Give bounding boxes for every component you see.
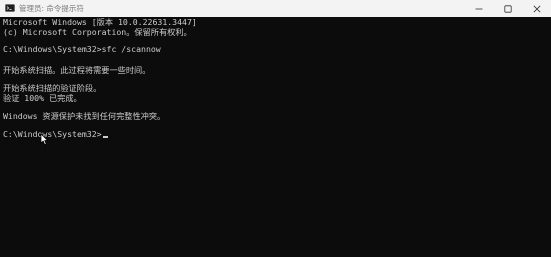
mouse-pointer-icon	[40, 133, 48, 145]
maximize-button[interactable]	[494, 0, 522, 17]
window-title: 管理员: 命令提示符	[19, 4, 84, 13]
text-cursor	[102, 136, 108, 138]
minimize-button[interactable]	[465, 0, 493, 17]
console-output[interactable]: Microsoft Windows [版本 10.0.22631.3447] (…	[0, 17, 551, 257]
version-line: Microsoft Windows [版本 10.0.22631.3447]	[3, 17, 197, 27]
command-prompt-window: 管理员: 命令提示符 Microsoft Windows [版本 10.0.22…	[0, 0, 551, 257]
verification-progress-line: 验证 100% 已完成。	[3, 93, 82, 103]
copyright-line: (c) Microsoft Corporation。保留所有权利。	[3, 27, 192, 37]
maximize-icon	[504, 4, 512, 13]
title-bar[interactable]: 管理员: 命令提示符	[0, 0, 551, 17]
close-button[interactable]	[523, 0, 551, 17]
cmd-icon	[5, 4, 15, 12]
prompt-line[interactable]: C:\Windows\System32>	[3, 129, 108, 139]
scan-start-line: 开始系统扫描。此过程将需要一些时间。	[3, 65, 151, 75]
scan-result-line: Windows 资源保护未找到任何完整性冲突。	[3, 111, 166, 121]
minimize-icon	[475, 8, 483, 9]
prompt-text: C:\Windows\System32>	[3, 129, 102, 139]
verification-phase-line: 开始系统扫描的验证阶段。	[3, 83, 102, 93]
command-line: C:\Windows\System32>sfc /scannow	[3, 44, 161, 54]
close-icon	[533, 5, 541, 12]
